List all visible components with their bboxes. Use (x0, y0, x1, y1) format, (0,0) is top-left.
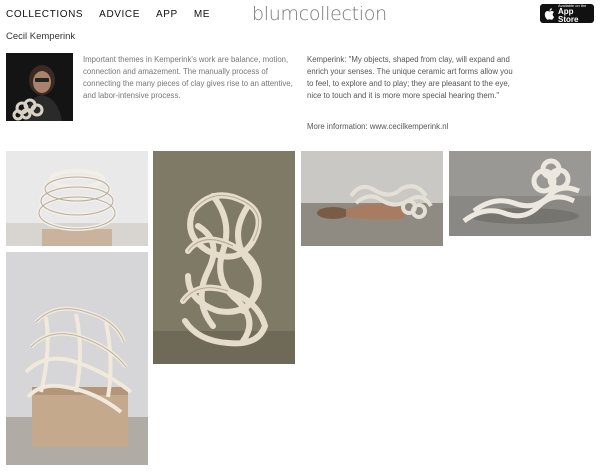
site-logo[interactable]: blumcollection (252, 3, 387, 25)
appstore-line2: App Store (558, 6, 579, 24)
nav-advice[interactable]: ADVICE (99, 9, 140, 20)
artist-name: Cecil Kemperink (6, 31, 76, 42)
artist-quote: Kemperink: "My objects, shaped from clay… (307, 55, 513, 100)
chain-draped-on-plinth-photo[interactable] (6, 252, 148, 465)
nav-collections[interactable]: COLLECTIONS (6, 9, 83, 20)
main-nav: COLLECTIONS ADVICE APP ME (6, 9, 226, 20)
nav-app[interactable]: APP (156, 9, 178, 20)
artist-bio: Important themes in Kemperink's work are… (83, 55, 293, 100)
artist-website-link[interactable]: www.cecilkemperink.nl (370, 122, 448, 131)
reclining-figure-with-coils-photo[interactable] (301, 151, 443, 246)
apple-icon (544, 7, 555, 20)
more-label: More information: (307, 122, 368, 131)
app-store-badge[interactable]: Available on the App Store (540, 3, 594, 24)
tangled-coil-sculpture-photo[interactable] (153, 151, 295, 364)
braided-coil-on-floor-photo[interactable] (449, 151, 591, 236)
chain-vessel-photo[interactable] (6, 151, 148, 246)
artist-portrait (6, 53, 73, 121)
top-bar: COLLECTIONS ADVICE APP ME blumcollection… (0, 0, 600, 30)
nav-me[interactable]: ME (194, 9, 210, 20)
more-information: More information: www.cecilkemperink.nl (307, 122, 448, 131)
